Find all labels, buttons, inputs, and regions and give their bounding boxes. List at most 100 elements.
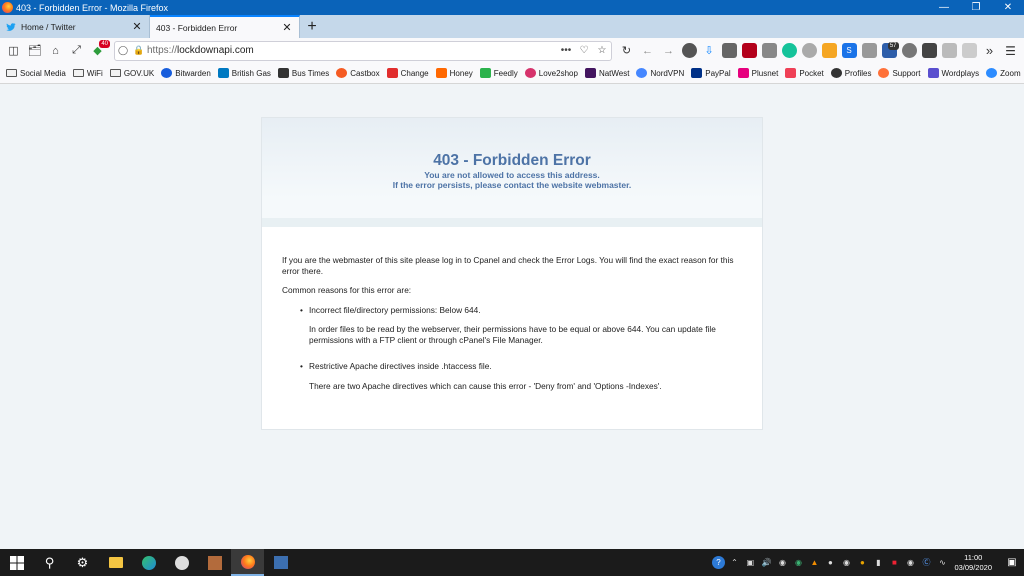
tray-app-icon[interactable]: ◉ [904,556,917,569]
bookmark-british-gas[interactable]: British Gas [217,68,271,78]
bookmark-feedly[interactable]: Feedly [479,68,518,78]
bookmark-label: Bus Times [291,68,330,78]
extension-icon[interactable]: 57 [881,42,899,58]
download-icon[interactable]: ⇩ [702,43,717,58]
tray-app-icon[interactable]: ● [824,556,837,569]
extension-icon[interactable] [681,43,697,58]
bookmark-love2shop[interactable]: Love2shop [524,68,578,78]
profiles-icon [830,68,842,78]
close-tab-icon[interactable]: ✕ [281,21,293,34]
close-window-button[interactable]: ✕ [992,0,1024,15]
extension-icon[interactable] [861,43,877,58]
list-item: • Restrictive Apache directives inside .… [300,361,742,391]
tray-app-icon[interactable]: Ⓒ [920,556,933,569]
shield-icon[interactable]: ◯ [115,45,131,56]
bookmark-label: Plusnet [751,68,779,78]
menu-icon[interactable]: ☰ [1000,41,1021,61]
extension-icon[interactable] [941,43,957,58]
bookmark-zoom[interactable]: Zoom [986,68,1021,78]
pocket-save-icon[interactable]: ♡ [575,45,593,56]
battery-icon[interactable]: ▮ [872,556,885,569]
tray-app-icon[interactable]: ◉ [776,556,789,569]
system-tray: ? ⌃ ▣ 🔊 ◉ ◉ ▲ ● ◉ ● ▮ ■ ◉ Ⓒ ∿ 11:00 03/0… [710,549,1024,576]
clock[interactable]: 11:00 03/09/2020 [954,553,992,573]
fullscreen-icon[interactable]: ⤢ [66,41,87,61]
tray-app-icon[interactable]: ● [856,556,869,569]
extension-icon[interactable]: S [841,43,857,58]
extension-icon[interactable] [821,43,837,58]
bitwarden-icon [161,68,173,78]
tray-app-icon[interactable]: ■ [888,556,901,569]
start-button[interactable] [0,549,33,576]
grammarly-icon[interactable] [781,43,797,58]
new-tab-button[interactable]: + [300,15,324,38]
tray-app-icon[interactable]: ◉ [840,556,853,569]
bookmark-bitwarden[interactable]: Bitwarden [161,68,211,78]
extension-badge-icon[interactable]: ◆ 40 [87,39,110,61]
bookmark-nordvpn[interactable]: NordVPN [636,68,684,78]
bookmark-castbox[interactable]: Castbox [336,68,380,78]
bookmark-govuk[interactable]: GOV.UK [109,69,154,78]
wifi-icon[interactable]: ∿ [936,556,949,569]
bookmark-wordplays[interactable]: Wordplays [927,68,979,78]
help-icon[interactable]: ? [711,556,725,569]
minimize-button[interactable]: — [928,0,960,15]
bookmark-bus-times[interactable]: Bus Times [277,68,330,78]
list-item: • Incorrect file/directory permissions: … [300,305,742,346]
honey-icon [435,68,447,78]
tab-strip: Home / Twitter ✕ 403 - Forbidden Error ✕… [0,15,1024,38]
extension-icon[interactable] [921,43,937,58]
tray-app-icon[interactable]: ▲ [808,556,821,569]
zoom-icon [986,68,998,78]
bookmark-wifi[interactable]: WiFi [72,69,103,78]
extension-icon[interactable] [901,43,917,58]
display-icon[interactable]: ▣ [744,556,757,569]
bookmark-label: PayPal [705,68,731,78]
sidebar-icon[interactable]: ◫ [3,41,24,61]
reload-icon[interactable]: ↻ [616,41,637,61]
home-icon[interactable]: ⌂ [45,41,66,61]
notification-icon[interactable]: ▣ [1000,549,1024,576]
intro-text: If you are the webmaster of this site pl… [282,255,734,276]
bookmark-paypal[interactable]: PayPal [691,68,731,78]
extension-icon[interactable] [961,43,977,58]
bookmark-profiles[interactable]: Profiles [830,68,871,78]
library-icon[interactable]: 🗂 [24,41,45,61]
app-icon[interactable] [198,549,231,576]
settings-gear-icon[interactable]: ⚙ [66,549,99,576]
edge-icon[interactable] [132,549,165,576]
tray-app-icon[interactable]: ◉ [792,556,805,569]
bookmark-social-media[interactable]: Social Media [6,69,66,78]
back-icon[interactable]: ← [637,41,658,61]
tab-forbidden-error[interactable]: 403 - Forbidden Error ✕ [150,15,300,38]
restore-button[interactable]: ❐ [960,0,992,15]
bookmark-support[interactable]: Support [878,68,921,78]
search-icon[interactable]: ⚲ [33,549,66,576]
bookmarks-toolbar: Social Media WiFi GOV.UK Bitwarden Briti… [0,63,1024,84]
bookmark-change[interactable]: Change [386,68,429,78]
address-bar[interactable]: ◯ 🔒 https:// lockdownapi.com ••• ♡ ☆ [114,40,612,61]
bookmark-natwest[interactable]: NatWest [584,68,629,78]
app-icon[interactable] [165,549,198,576]
folder-icon [109,69,121,77]
bookmark-star-icon[interactable]: ☆ [593,45,611,56]
forward-icon[interactable]: → [658,41,679,61]
bookmark-plusnet[interactable]: Plusnet [737,68,779,78]
firefox-taskbar-icon[interactable] [231,549,264,576]
close-tab-icon[interactable]: ✕ [131,20,143,33]
overflow-chevron-icon[interactable]: » [979,41,1000,61]
error-subtitle: You are not allowed to access this addre… [424,170,600,180]
tab-twitter[interactable]: Home / Twitter ✕ [0,15,150,38]
lock-icon[interactable]: 🔒 [131,45,147,56]
volume-icon[interactable]: 🔊 [760,556,773,569]
app-icon[interactable] [264,549,297,576]
reader-icon[interactable] [721,43,737,58]
extension-icon[interactable] [761,43,777,58]
page-actions-icon[interactable]: ••• [557,45,575,56]
extension-icon[interactable] [801,43,817,58]
bookmark-honey[interactable]: Honey [435,68,473,78]
ublock-icon[interactable] [741,43,757,58]
file-explorer-icon[interactable] [99,549,132,576]
bookmark-pocket[interactable]: Pocket [785,68,824,78]
chevron-up-icon[interactable]: ⌃ [728,556,741,569]
